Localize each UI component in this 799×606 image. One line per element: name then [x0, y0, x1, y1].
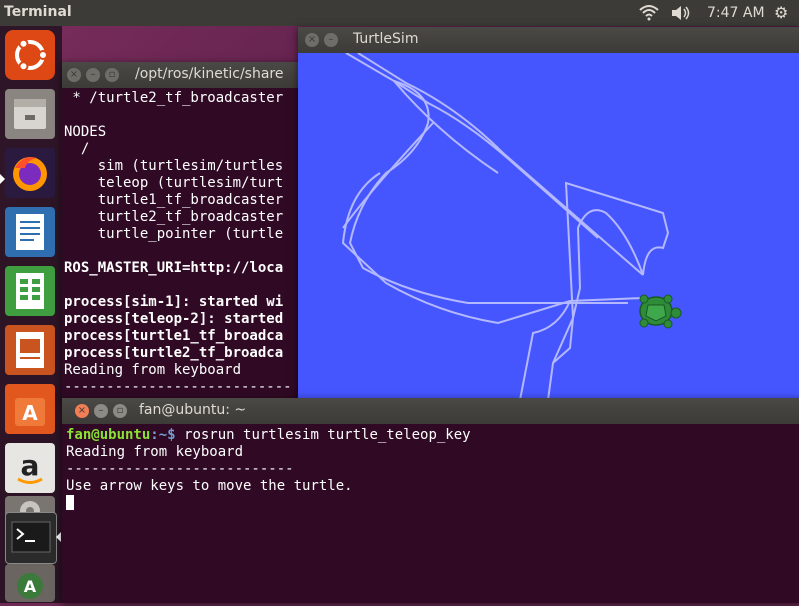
prompt-path: :~$: [150, 427, 185, 443]
maximize-button[interactable]: ▫: [113, 404, 127, 418]
terminal-output[interactable]: fan@ubuntu:~$ rosrun turtlesim turtle_te…: [62, 424, 799, 603]
active-app-title: Terminal: [4, 4, 72, 20]
titlebar[interactable]: × – ▫ fan@ubuntu: ~: [62, 398, 799, 424]
top-panel: Terminal 7:47 AM ⚙: [0, 0, 799, 26]
volume-icon[interactable]: [670, 4, 692, 22]
firefox-icon[interactable]: [5, 148, 55, 198]
output-line: Reading from keyboard: [66, 444, 244, 460]
close-button[interactable]: ×: [305, 33, 319, 47]
window-title: fan@ubuntu: ~: [139, 402, 247, 418]
calc-icon[interactable]: [5, 266, 55, 316]
turtlesim-window[interactable]: × – TurtleSim: [298, 27, 799, 401]
close-button[interactable]: ×: [75, 404, 89, 418]
window-title: TurtleSim: [353, 31, 419, 47]
launcher: A a A: [0, 26, 62, 603]
amazon-icon[interactable]: a: [5, 443, 55, 493]
maximize-button[interactable]: ▫: [105, 68, 119, 82]
clock[interactable]: 7:47 AM: [707, 5, 765, 21]
software-center-icon[interactable]: A: [5, 384, 55, 434]
svg-text:A: A: [24, 577, 37, 596]
output-line: Use arrow keys to move the turtle.: [66, 478, 353, 494]
active-indicator: [56, 532, 61, 542]
software-updater-icon[interactable]: A: [5, 564, 55, 602]
svg-text:A: A: [22, 401, 38, 425]
command-text: rosrun turtlesim turtle_teleop_key: [184, 427, 471, 443]
window-title: /opt/ros/kinetic/share: [135, 66, 284, 82]
gear-icon[interactable]: ⚙: [774, 3, 788, 22]
prompt-user: fan@ubuntu: [66, 427, 151, 443]
svg-text:a: a: [21, 449, 40, 482]
writer-icon[interactable]: [5, 207, 55, 257]
minimize-button[interactable]: –: [86, 68, 100, 82]
wifi-icon[interactable]: [638, 4, 660, 22]
terminal-window-teleop[interactable]: × – ▫ fan@ubuntu: ~ fan@ubuntu:~$ rosrun…: [62, 398, 799, 603]
titlebar[interactable]: × – TurtleSim: [298, 27, 799, 53]
output-line: ---------------------------: [66, 461, 294, 477]
minimize-button[interactable]: –: [94, 404, 108, 418]
minimize-button[interactable]: –: [324, 33, 338, 47]
turtle-path: [341, 52, 682, 401]
terminal-icon[interactable]: [5, 512, 57, 564]
files-icon[interactable]: [5, 89, 55, 139]
impress-icon[interactable]: [5, 325, 55, 375]
turtle-icon: [639, 294, 682, 329]
close-button[interactable]: ×: [67, 68, 81, 82]
turtlesim-canvas[interactable]: [298, 52, 799, 401]
ubuntu-dash-icon[interactable]: [5, 30, 55, 80]
text-cursor: [66, 495, 74, 510]
